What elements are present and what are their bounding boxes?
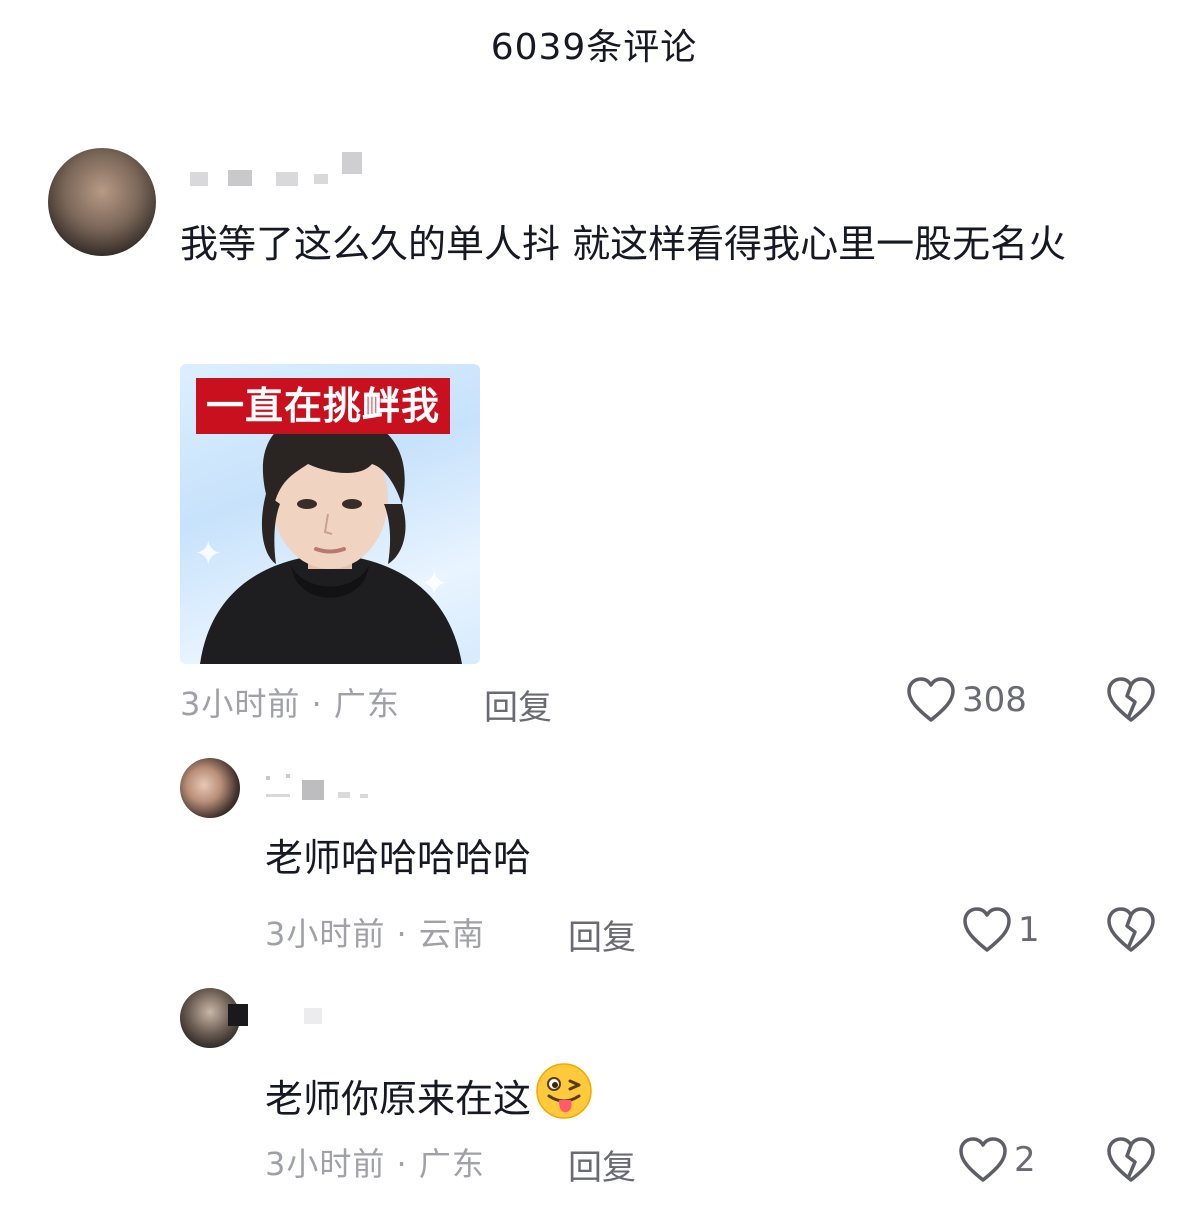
reply-meta: 3小时前 · 云南 xyxy=(265,908,485,956)
like-button[interactable]: 1 xyxy=(962,906,1040,954)
reply-button[interactable]: 回复 xyxy=(568,910,636,959)
avatar[interactable] xyxy=(48,148,156,256)
like-button[interactable]: 308 xyxy=(906,676,1027,724)
comment-sticker-image[interactable]: ✦ ✦ ✦ 一直在挑衅我 xyxy=(180,364,480,664)
avatar[interactable] xyxy=(180,758,240,818)
like-count: 1 xyxy=(1018,910,1040,950)
broken-heart-icon[interactable] xyxy=(1106,1136,1156,1184)
sticker-caption: 一直在挑衅我 xyxy=(196,378,451,434)
username-redacted[interactable] xyxy=(266,774,376,800)
comment-text: 我等了这么久的单人抖 就这样看得我心里一股无名火 xyxy=(180,222,1067,266)
reply-meta: 3小时前 · 广东 xyxy=(265,1138,485,1186)
username-redacted[interactable] xyxy=(226,1004,336,1026)
like-count: 308 xyxy=(962,680,1027,720)
comment-meta: 3小时前 · 广东 xyxy=(180,678,400,726)
heart-outline-icon xyxy=(962,906,1012,954)
reply-button[interactable]: 回复 xyxy=(484,680,552,729)
comment-time-location: 3小时前 · 广东 xyxy=(180,685,400,723)
heart-outline-icon xyxy=(958,1136,1008,1184)
heart-outline-icon xyxy=(906,676,956,724)
reply-text: 老师你原来在这 xyxy=(265,1062,593,1135)
winking-tongue-emoji-icon xyxy=(535,1062,593,1135)
reply-time-location: 3小时前 · 云南 xyxy=(265,915,485,953)
broken-heart-icon[interactable] xyxy=(1106,676,1156,724)
broken-heart-icon[interactable] xyxy=(1106,906,1156,954)
reply-text: 老师哈哈哈哈哈 xyxy=(265,836,532,880)
comments-count-title: 6039条评论 xyxy=(490,27,698,68)
reply-text-content: 老师你原来在这 xyxy=(265,1077,532,1121)
like-button[interactable]: 2 xyxy=(958,1136,1036,1184)
reply-time-location: 3小时前 · 广东 xyxy=(265,1145,485,1183)
username-redacted[interactable] xyxy=(190,152,370,186)
reply-button[interactable]: 回复 xyxy=(568,1140,636,1189)
like-count: 2 xyxy=(1014,1140,1036,1180)
